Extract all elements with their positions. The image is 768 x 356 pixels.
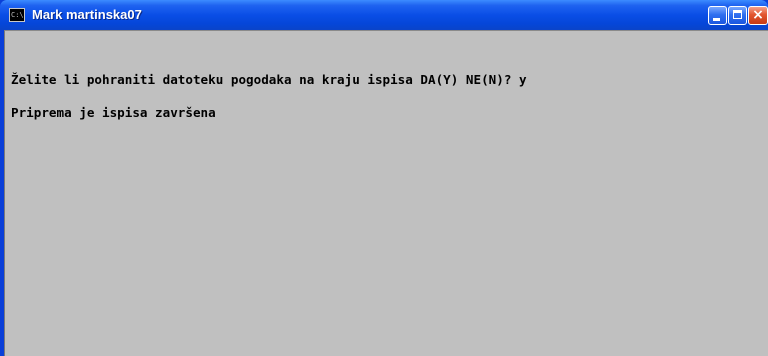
close-icon: ×	[752, 7, 764, 23]
console-window: C:\ Mark martinska07 × Želite li pohrani…	[0, 0, 768, 356]
minimize-icon	[713, 18, 720, 21]
title-bar[interactable]: C:\ Mark martinska07 ×	[0, 0, 768, 30]
console-icon[interactable]: C:\	[9, 8, 25, 22]
console-line-status: Priprema je ispisa završena	[11, 105, 216, 120]
console-output-area[interactable]: Želite li pohraniti datoteku pogodaka na…	[4, 30, 768, 356]
close-button[interactable]: ×	[748, 6, 768, 25]
minimize-button[interactable]	[708, 6, 727, 25]
window-title: Mark martinska07	[32, 7, 142, 22]
console-output: Želite li pohraniti datoteku pogodaka na…	[11, 52, 527, 140]
console-line-prompt: Želite li pohraniti datoteku pogodaka na…	[11, 72, 527, 87]
maximize-icon	[733, 10, 742, 19]
maximize-button[interactable]	[728, 6, 747, 25]
